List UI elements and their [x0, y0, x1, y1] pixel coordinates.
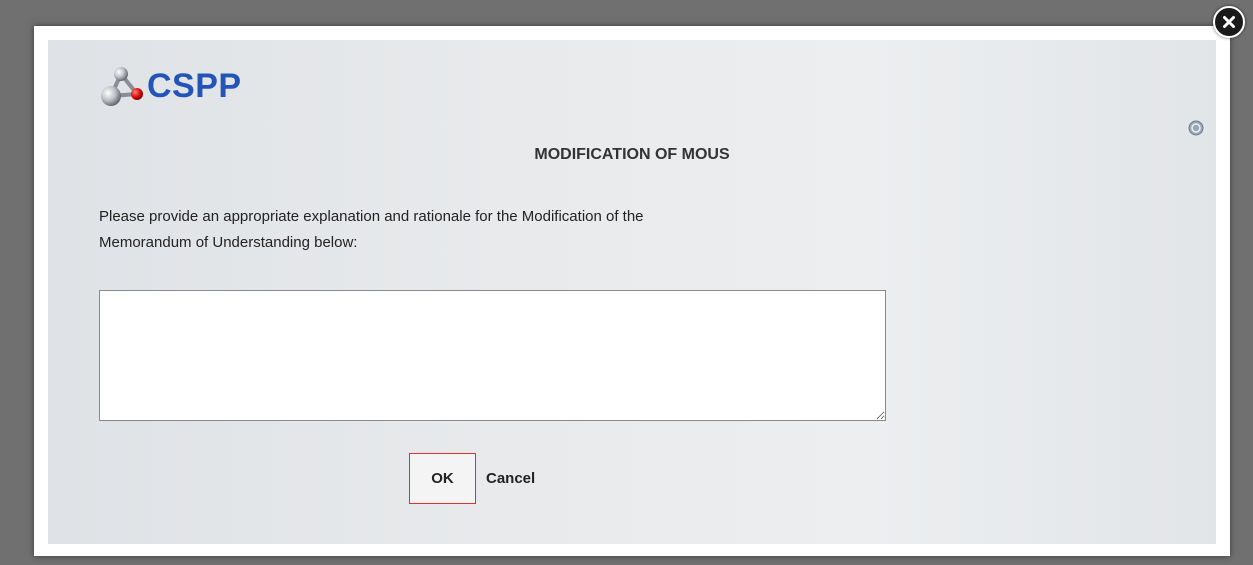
help-icon[interactable] [1188, 120, 1204, 136]
modal-dialog: CSPP MODIFICATION OF MOUS Please provide… [34, 26, 1230, 556]
close-button[interactable] [1213, 6, 1245, 38]
cspp-logo: CSPP [97, 64, 242, 108]
ok-button[interactable]: OK [409, 453, 476, 504]
molecule-icon [101, 67, 143, 106]
close-icon [1223, 16, 1235, 28]
explanation-textarea[interactable] [99, 290, 886, 421]
dialog-title: MODIFICATION OF MOUS [534, 146, 730, 163]
instructions-line-1: Please provide an appropriate explanatio… [99, 208, 644, 225]
instructions-text: Please provide an appropriate explanatio… [99, 204, 859, 256]
cancel-button[interactable]: Cancel [486, 453, 535, 504]
dialog-buttons: OK Cancel [409, 453, 535, 504]
instructions-line-2: Memorandum of Understanding below: [99, 234, 358, 251]
logo-text: CSPP [147, 66, 242, 105]
